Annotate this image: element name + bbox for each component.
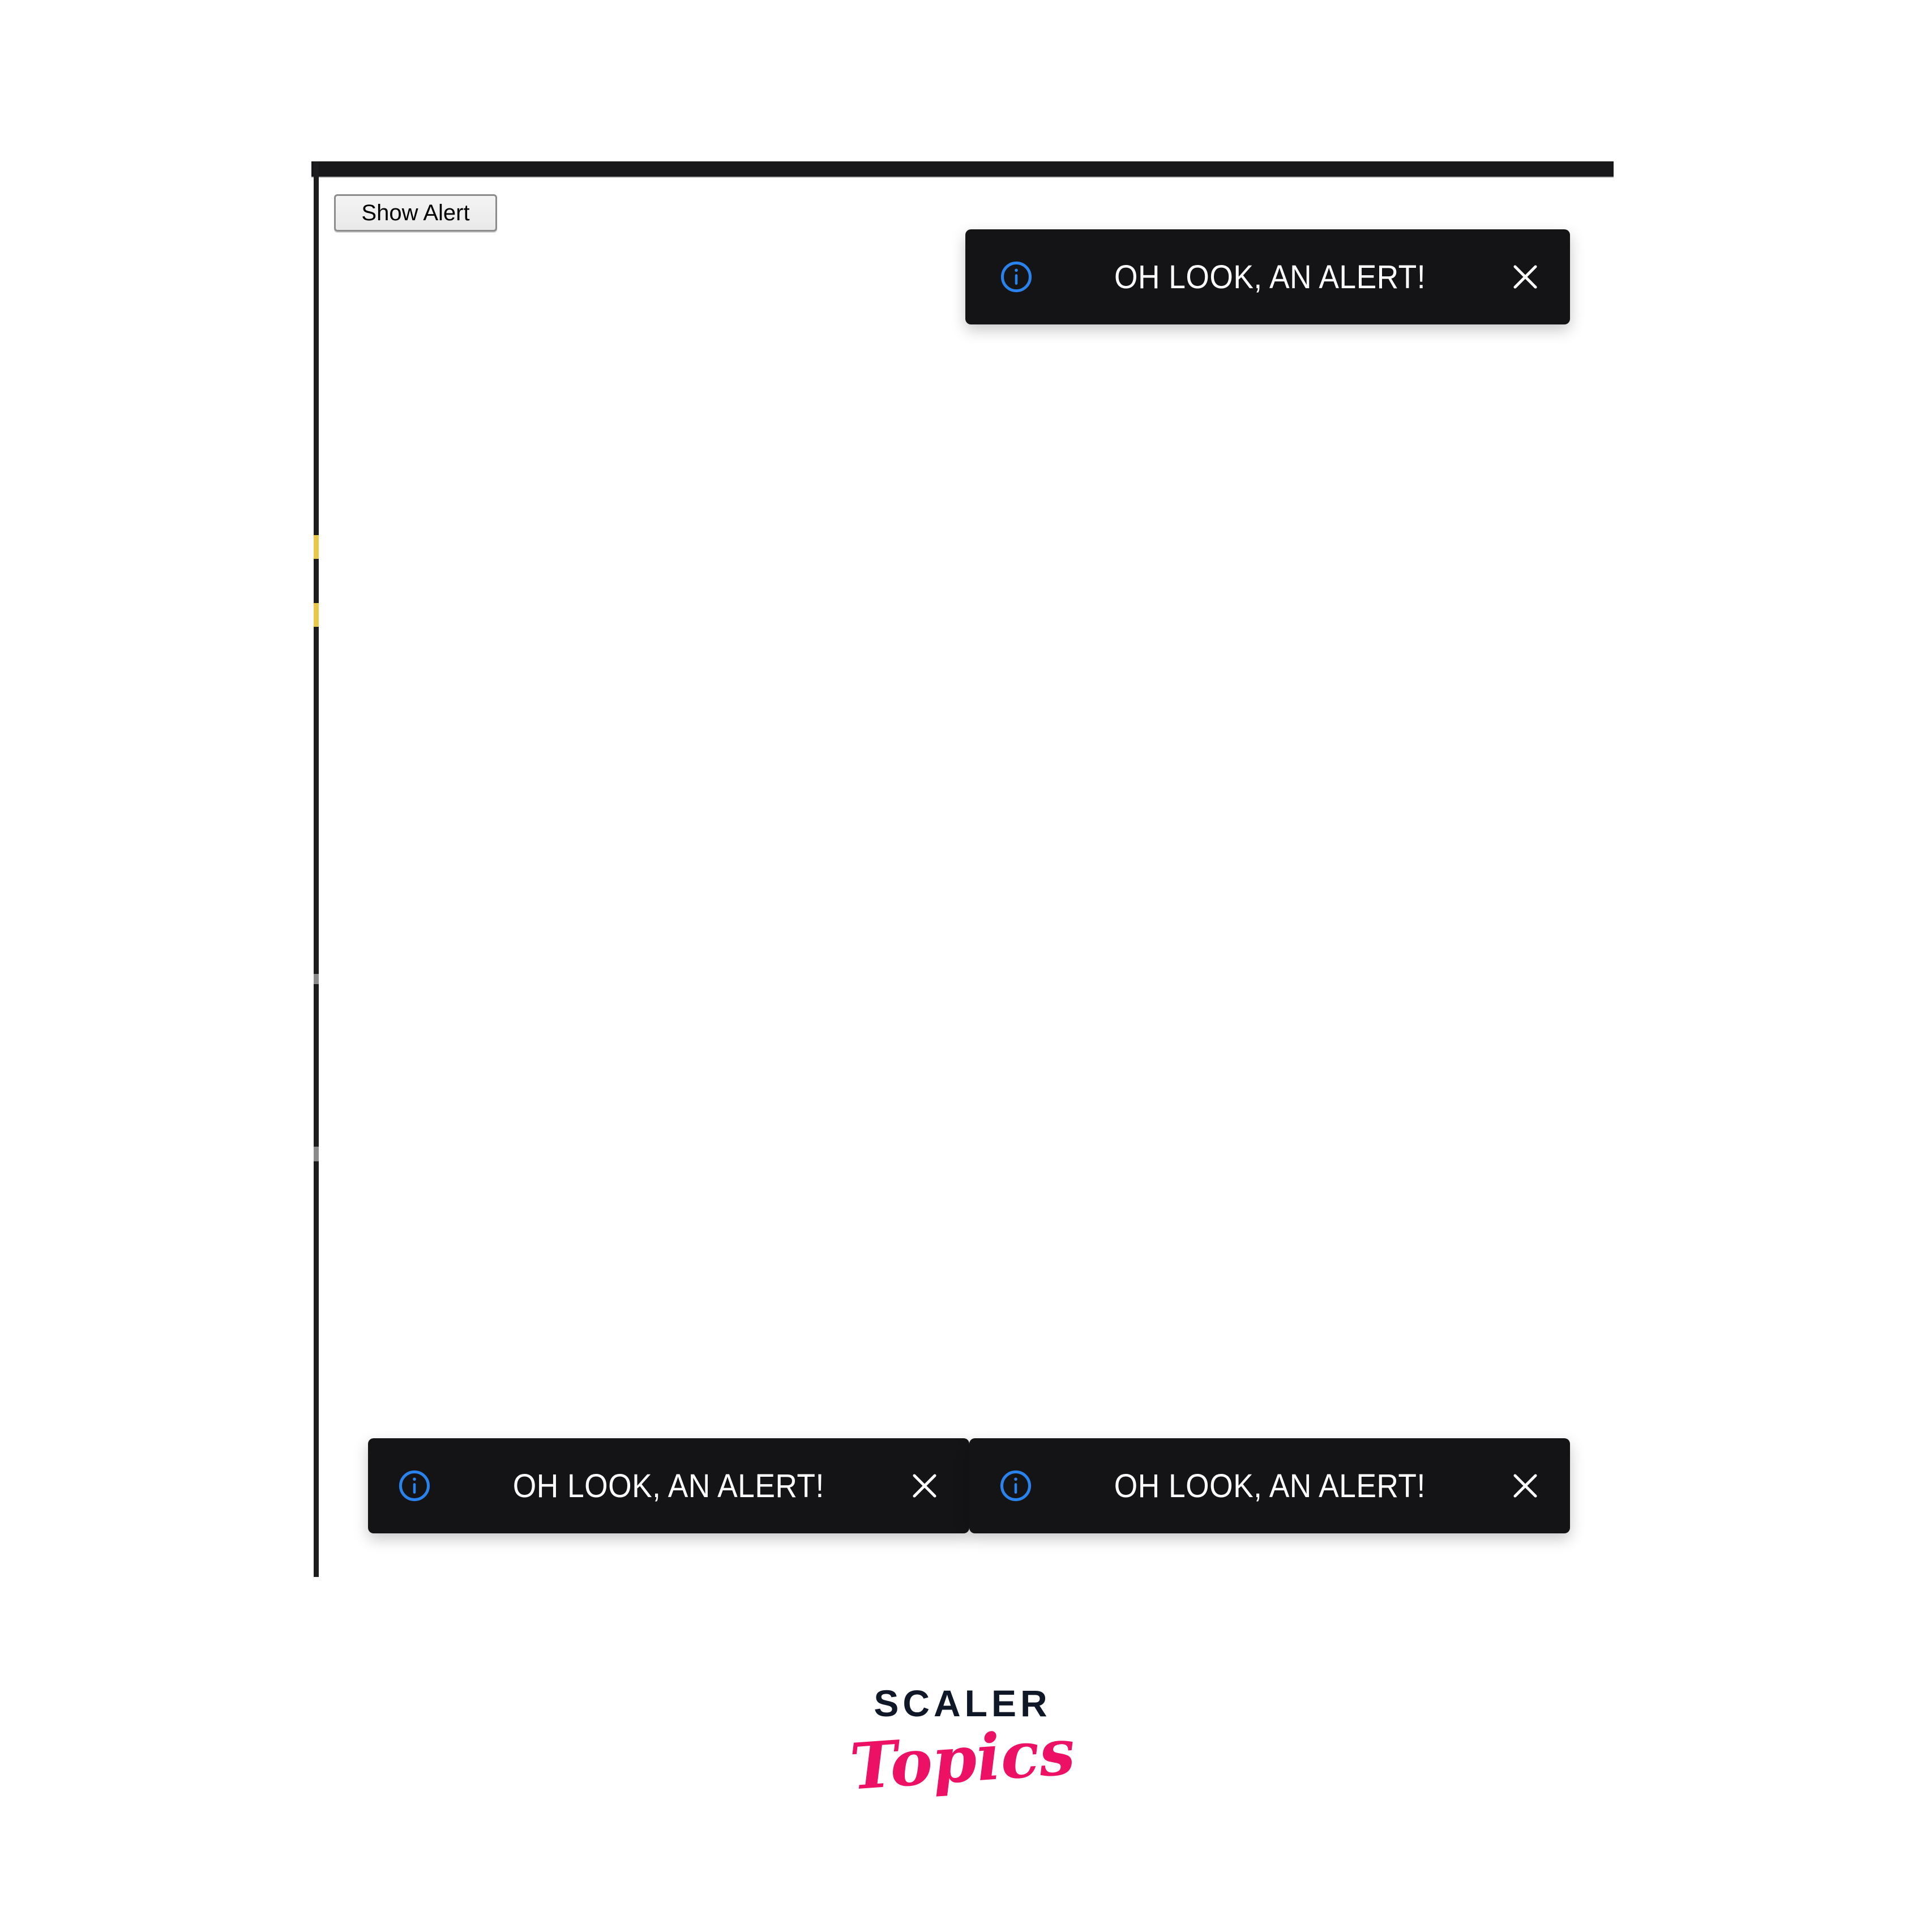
toast-close-button[interactable]	[1505, 257, 1545, 297]
top-dark-bar	[311, 161, 1614, 178]
rule-tick-gray-2	[314, 1147, 319, 1161]
close-icon	[1513, 265, 1537, 289]
show-alert-button[interactable]: Show Alert	[334, 194, 497, 232]
toast-close-button[interactable]	[1505, 1466, 1545, 1506]
close-icon	[1513, 1474, 1537, 1498]
toast-notification[interactable]: OH LOOK, AN ALERT!	[965, 229, 1570, 324]
rule-tick-gold-1	[314, 535, 319, 559]
info-circle-icon	[998, 259, 1034, 295]
toast-close-button[interactable]	[905, 1466, 944, 1506]
close-icon	[912, 1474, 936, 1498]
bottom-toast-group: OH LOOK, AN ALERT! OH LOOK, AN ALERT!	[368, 1438, 1570, 1533]
toast-message: OH LOOK, AN ALERT!	[512, 1467, 824, 1504]
info-circle-icon	[998, 1468, 1034, 1504]
info-circle-icon	[396, 1468, 433, 1504]
toast-notification[interactable]: OH LOOK, AN ALERT!	[969, 1438, 1570, 1533]
rule-tick-gray-1	[314, 974, 319, 984]
page-viewport: Show Alert OH LOOK, AN ALERT! OH LOOK, A…	[311, 161, 1614, 1577]
brand-logo: SCALER Topics	[0, 1685, 1925, 1805]
rule-tick-gold-2	[314, 603, 319, 627]
left-edge-rule	[314, 161, 319, 1577]
toast-message: OH LOOK, AN ALERT!	[1114, 258, 1426, 296]
toast-notification[interactable]: OH LOOK, AN ALERT!	[368, 1438, 969, 1533]
toast-message: OH LOOK, AN ALERT!	[1114, 1467, 1426, 1504]
